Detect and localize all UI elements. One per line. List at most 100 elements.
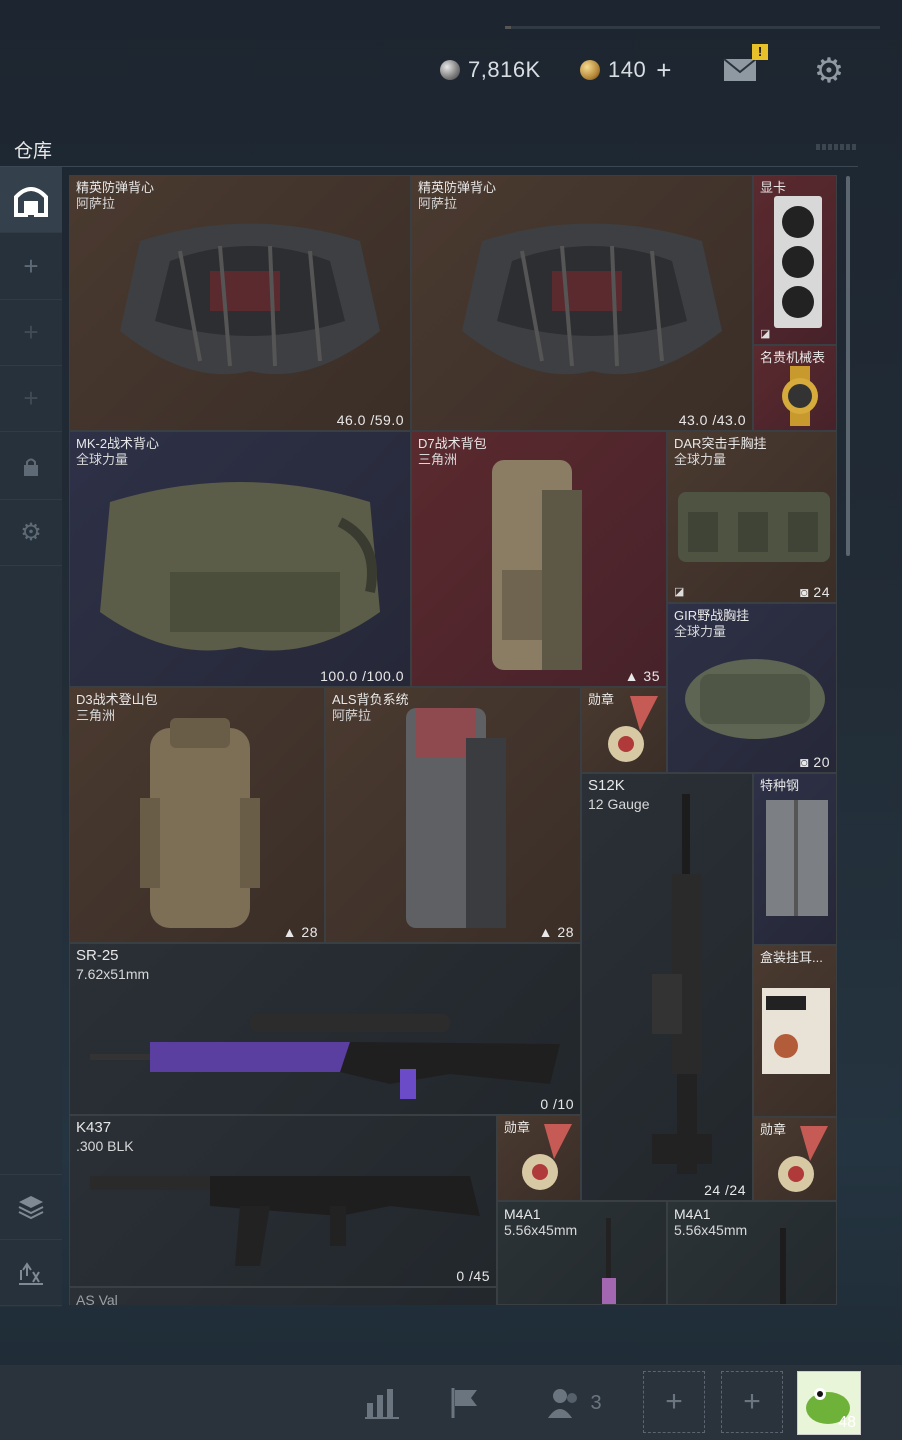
- layers-button[interactable]: [0, 1174, 62, 1240]
- transfer-icon: [19, 1261, 43, 1285]
- item-gir-chest-rig[interactable]: GIR野战胸挂 全球力量 ◙ 20: [667, 603, 837, 773]
- item-brand: 三角洲: [76, 708, 116, 723]
- plus-icon: +: [23, 383, 39, 413]
- player-avatar[interactable]: 48: [797, 1371, 861, 1435]
- item-name: 勋章: [504, 1120, 531, 1135]
- item-dar-chest-rig[interactable]: DAR突击手胸挂 全球力量 ◪ ◙ 24: [667, 431, 837, 603]
- item-name: MK-2战术背心: [76, 436, 160, 451]
- warehouse-icon: [14, 186, 48, 217]
- item-als-backpack[interactable]: ALS背负系统 阿萨拉 ▲ 28: [325, 687, 581, 943]
- lock-icon: [24, 458, 38, 476]
- flag-icon: [451, 1388, 477, 1418]
- item-caliber: .300 BLK: [76, 1138, 134, 1154]
- mail-button[interactable]: !: [722, 44, 768, 88]
- item-medal-2[interactable]: 勋章: [497, 1115, 581, 1201]
- body-armor-icon: [462, 223, 722, 375]
- grid-scrollbar[interactable]: [846, 176, 850, 556]
- settings-button[interactable]: ⚙: [810, 52, 848, 90]
- item-gpu[interactable]: 显卡 ◪: [753, 175, 837, 345]
- item-name: S12K: [588, 777, 625, 794]
- item-name: ALS背负系统: [332, 692, 409, 707]
- sniper-rifle-icon: [90, 1014, 560, 1099]
- item-elite-vest-2[interactable]: 精英防弹背心 阿萨拉 43.0 /43.0: [411, 175, 753, 431]
- shotgun-icon: [652, 794, 712, 1174]
- settings-tab[interactable]: ⚙: [0, 500, 62, 566]
- item-brand: 全球力量: [674, 452, 727, 467]
- player-level: 48: [838, 1414, 856, 1431]
- plus-icon: +: [665, 1385, 683, 1418]
- plus-icon: +: [23, 317, 39, 347]
- chest-rig-icon: [678, 492, 830, 562]
- inventory-grid: 精英防弹背心 阿萨拉 46.0 /59.0 精英防弹背心 阿萨拉 43.0 /4…: [69, 175, 837, 1305]
- no-repair-icon: ◪: [674, 586, 685, 598]
- item-name: 精英防弹背心: [76, 180, 155, 195]
- gold-coin-icon: [580, 60, 600, 80]
- add-tab-1[interactable]: +: [0, 234, 62, 300]
- section-divider: [0, 166, 858, 167]
- item-name: K437: [76, 1119, 112, 1136]
- item-special-steel[interactable]: 特种钢: [753, 773, 837, 945]
- plus-icon: +: [23, 251, 39, 281]
- item-capacity: ▲ 28: [538, 924, 574, 940]
- item-k437-rifle[interactable]: K437 .300 BLK 0 /45: [69, 1115, 497, 1287]
- item-boxed-earbuds[interactable]: 盒装挂耳...: [753, 945, 837, 1117]
- stats-button[interactable]: [362, 1371, 402, 1435]
- add-tab-2[interactable]: +: [0, 300, 62, 366]
- no-repair-icon: ◪: [760, 328, 771, 340]
- squad-button[interactable]: 3: [540, 1371, 610, 1435]
- item-d7-backpack[interactable]: D7战术背包 三角洲 ▲ 35: [411, 431, 667, 687]
- item-capacity: ▲ 28: [282, 924, 318, 940]
- item-mk2-vest[interactable]: MK-2战术背心 全球力量 100.0 /100.0: [69, 431, 411, 687]
- item-name: GIR野战胸挂: [674, 608, 750, 623]
- graphics-card-icon: [774, 196, 822, 328]
- layers-icon: [18, 1196, 44, 1220]
- watch-icon: [782, 366, 818, 426]
- assault-rifle-icon: [90, 1176, 480, 1266]
- warehouse-tab[interactable]: [0, 167, 62, 233]
- item-name: 盒装挂耳...: [760, 950, 823, 965]
- item-elite-vest-1[interactable]: 精英防弹背心 阿萨拉 46.0 /59.0: [69, 175, 411, 431]
- sidebar: + + + ⚙: [0, 167, 62, 1307]
- capacity-value: 35: [643, 668, 660, 684]
- item-name: 勋章: [588, 692, 615, 707]
- item-capacity: ◙ 20: [800, 754, 830, 770]
- section-title: 仓库: [14, 141, 53, 162]
- tactical-vest-icon: [100, 482, 380, 651]
- item-s12k-shotgun[interactable]: S12K 12 Gauge 24 /24: [581, 773, 753, 1201]
- add-gold-button[interactable]: +: [656, 55, 672, 86]
- item-brand: 全球力量: [674, 624, 727, 639]
- capacity-value: 28: [301, 924, 318, 940]
- item-medal-1[interactable]: 勋章: [581, 687, 667, 773]
- body-armor-icon: [120, 223, 380, 375]
- bar-chart-icon: [365, 1389, 399, 1419]
- invite-slot-1[interactable]: +: [643, 1371, 705, 1433]
- squad-count: 3: [590, 1391, 602, 1414]
- silver-coin-icon: [440, 60, 460, 80]
- mail-icon: [723, 58, 757, 81]
- item-watch[interactable]: 名贵机械表: [753, 345, 837, 431]
- invite-slot-2[interactable]: +: [721, 1371, 783, 1433]
- item-name: 显卡: [760, 180, 787, 195]
- item-name: AS Val: [76, 1292, 118, 1305]
- locked-tab[interactable]: [0, 434, 62, 500]
- item-d3-backpack[interactable]: D3战术登山包 三角洲 ▲ 28: [69, 687, 325, 943]
- top-progress-line: [505, 26, 880, 29]
- capacity-value: 24: [813, 584, 830, 600]
- flag-button[interactable]: [446, 1371, 486, 1435]
- item-m4a1-2[interactable]: M4A1 5.56x45mm: [667, 1201, 837, 1305]
- item-as-val[interactable]: AS Val: [69, 1287, 497, 1305]
- rifle-icon: [780, 1228, 786, 1304]
- add-tab-3[interactable]: +: [0, 366, 62, 432]
- item-m4a1-1[interactable]: M4A1 5.56x45mm: [497, 1201, 667, 1305]
- gold-currency[interactable]: 140 +: [580, 54, 672, 86]
- item-medal-3[interactable]: 勋章: [753, 1117, 837, 1201]
- item-caliber: 5.56x45mm: [674, 1222, 748, 1238]
- item-sr25-rifle[interactable]: SR-25 7.62x51mm 0 /10: [69, 943, 581, 1115]
- item-brand: 阿萨拉: [332, 708, 372, 723]
- backpack-icon: [140, 718, 260, 928]
- item-brand: 阿萨拉: [418, 196, 458, 211]
- transfer-button[interactable]: [0, 1240, 62, 1306]
- capacity-value: 28: [557, 924, 574, 940]
- chest-rig-icon: [685, 659, 825, 739]
- item-ammo: 0 /45: [456, 1268, 490, 1284]
